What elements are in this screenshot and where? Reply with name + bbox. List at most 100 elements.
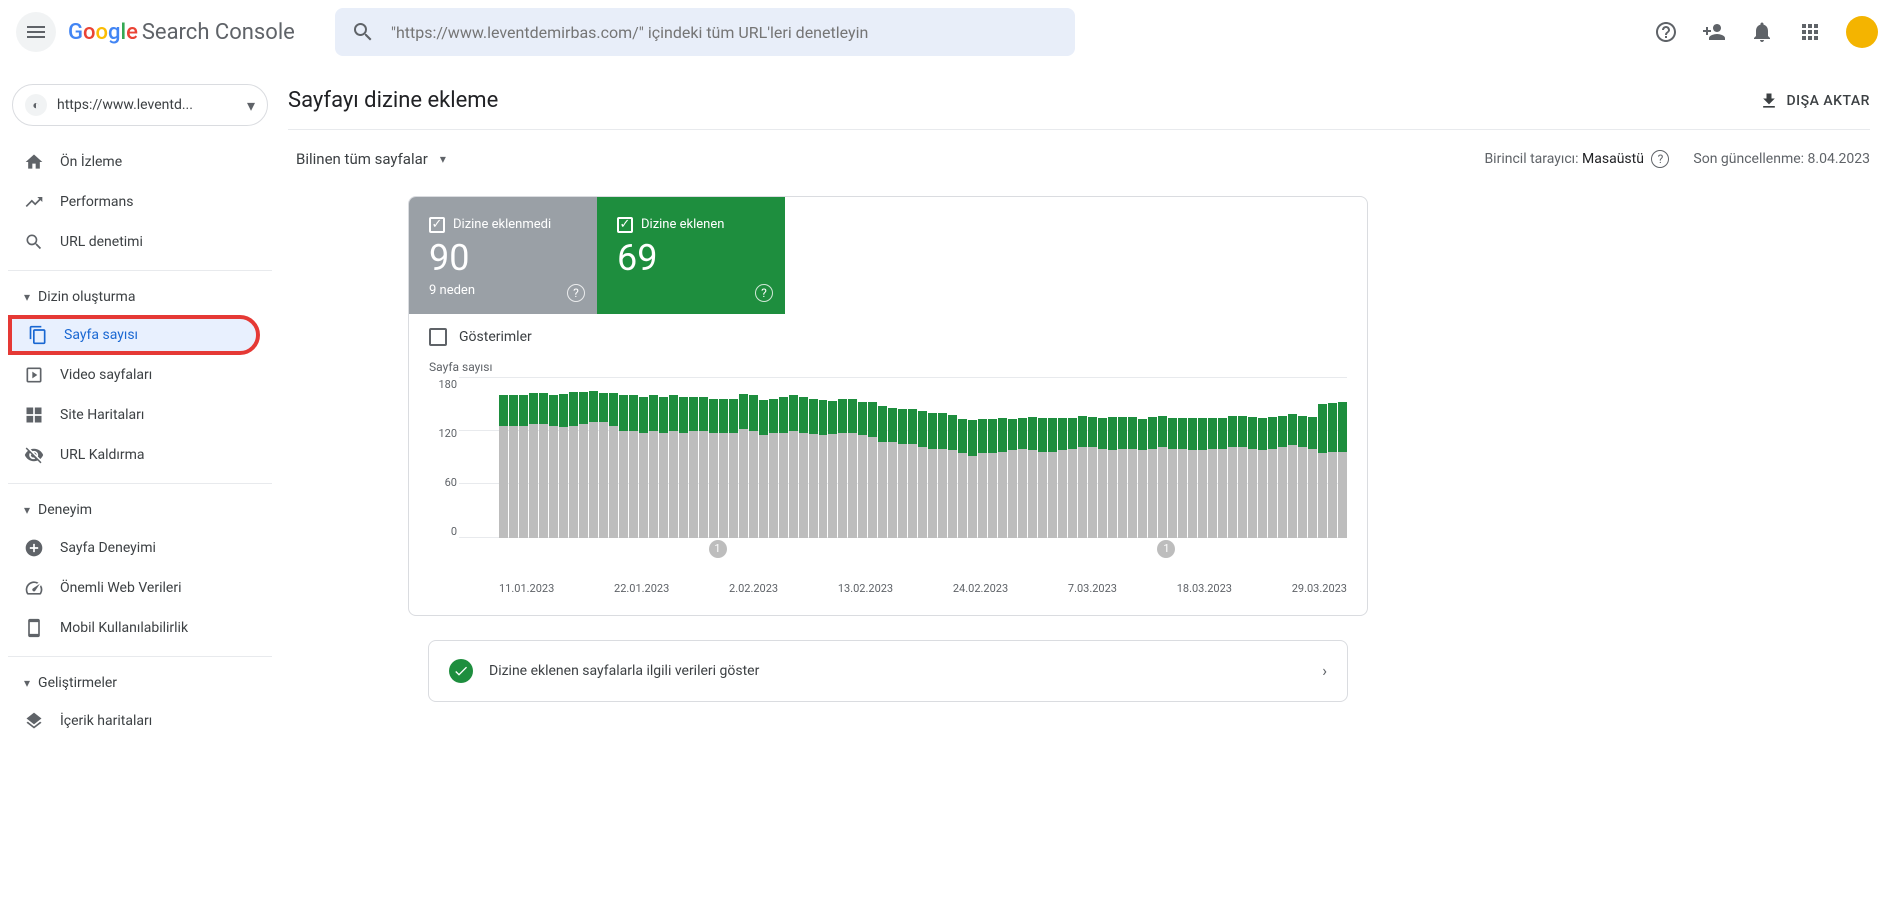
chart-bar[interactable] <box>1248 417 1257 538</box>
chart-bar[interactable] <box>1328 403 1337 537</box>
chart-bar[interactable] <box>828 401 837 538</box>
chart-bar[interactable] <box>1238 416 1247 538</box>
chart-bar[interactable] <box>1128 417 1137 538</box>
chart-bar[interactable] <box>978 419 987 537</box>
chart-bar[interactable] <box>988 419 997 537</box>
chart-bar[interactable] <box>968 420 977 537</box>
chart-bar[interactable] <box>799 397 808 537</box>
chart-bar[interactable] <box>559 394 568 538</box>
chart-bar[interactable] <box>1088 417 1097 538</box>
chart-bar[interactable] <box>769 399 778 538</box>
chart-bar[interactable] <box>699 397 708 537</box>
chart-bar[interactable] <box>789 395 798 537</box>
chart-bar[interactable] <box>1008 419 1017 537</box>
nav-core-web-vitals[interactable]: Önemli Web Verileri <box>8 568 260 608</box>
chart-bar[interactable] <box>589 391 598 538</box>
chart-bar[interactable] <box>809 399 818 538</box>
chart-bar[interactable] <box>779 397 788 537</box>
chart-bar[interactable] <box>1308 417 1317 538</box>
chart-bar[interactable] <box>1118 417 1127 538</box>
chart-bar[interactable] <box>619 395 628 537</box>
impressions-checkbox[interactable] <box>429 328 447 346</box>
chart-bar[interactable] <box>1208 418 1217 538</box>
chart-bar[interactable] <box>539 393 548 538</box>
search-bar[interactable] <box>335 8 1075 56</box>
chart-bar[interactable] <box>928 413 937 537</box>
chart-bar[interactable] <box>1048 418 1057 537</box>
chart-bar[interactable] <box>948 415 957 538</box>
section-indexing[interactable]: ▾ Dizin oluşturma <box>8 279 272 315</box>
chart-bar[interactable] <box>1068 418 1077 538</box>
chart-bar[interactable] <box>998 418 1007 537</box>
chart-bar[interactable] <box>1258 418 1267 537</box>
chart-bar[interactable] <box>1178 418 1187 537</box>
export-button[interactable]: DIŞA AKTAR <box>1759 91 1870 111</box>
notifications-button[interactable] <box>1742 12 1782 52</box>
nav-video-pages[interactable]: Video sayfaları <box>8 355 260 395</box>
chart-bar[interactable] <box>519 395 528 537</box>
chart-bar[interactable] <box>1038 418 1047 537</box>
chart-bar[interactable] <box>838 399 847 538</box>
chart-bar[interactable] <box>739 394 748 538</box>
nav-overview[interactable]: Ön İzleme <box>8 142 260 182</box>
nav-sitemaps[interactable]: Site Haritaları <box>8 395 260 435</box>
chart-bar[interactable] <box>1298 416 1307 538</box>
chart-bar[interactable] <box>549 395 558 537</box>
search-input[interactable] <box>391 23 1059 42</box>
chart-bar[interactable] <box>1288 414 1297 538</box>
users-button[interactable] <box>1694 12 1734 52</box>
section-experience[interactable]: ▾ Deneyim <box>8 492 272 528</box>
chart-bar[interactable] <box>848 399 857 538</box>
chart-bar[interactable] <box>599 393 608 538</box>
chart-bar[interactable] <box>529 393 538 538</box>
chart-bar[interactable] <box>1218 418 1227 538</box>
nav-url-inspection[interactable]: URL denetimi <box>8 222 260 262</box>
stat-indexed[interactable]: ✓Dizine eklenen 69 ? <box>597 197 785 314</box>
chart-bar[interactable] <box>1018 418 1027 538</box>
nav-performance[interactable]: Performans <box>8 182 260 222</box>
chart-annotation[interactable]: 1 <box>1157 540 1175 558</box>
nav-pages[interactable]: Sayfa sayısı <box>8 315 260 355</box>
chart-bar[interactable] <box>1028 417 1037 538</box>
chart-bar[interactable] <box>958 419 967 537</box>
chart-bar[interactable] <box>719 399 728 538</box>
chart-bar[interactable] <box>888 408 897 538</box>
chart-bar[interactable] <box>1108 417 1117 538</box>
chart-bar[interactable] <box>858 402 867 538</box>
chart-bar[interactable] <box>749 395 758 537</box>
info-icon[interactable]: ? <box>755 284 773 302</box>
chart-bar[interactable] <box>1198 418 1207 537</box>
nav-removals[interactable]: URL Kaldırma <box>8 435 260 475</box>
chart-bar[interactable] <box>509 395 518 537</box>
chart-bar[interactable] <box>938 413 947 537</box>
help-icon[interactable]: ? <box>1651 150 1669 168</box>
chart-bar[interactable] <box>1158 416 1167 538</box>
chart-bar[interactable] <box>689 397 698 537</box>
property-selector[interactable]: ◐ https://www.leventd... ▾ <box>12 84 268 126</box>
chart-bar[interactable] <box>918 411 927 537</box>
chart-annotation[interactable]: 1 <box>709 540 727 558</box>
chart-bar[interactable] <box>1188 418 1197 537</box>
chart-bar[interactable] <box>1228 416 1237 538</box>
chart-bar[interactable] <box>579 392 588 538</box>
chart-bar[interactable] <box>1148 417 1157 538</box>
nav-mobile-usability[interactable]: Mobil Kullanılabilirlik <box>8 608 260 648</box>
chart-bar[interactable] <box>639 397 648 537</box>
info-icon[interactable]: ? <box>567 284 585 302</box>
apps-button[interactable] <box>1790 12 1830 52</box>
stat-not-indexed[interactable]: ✓Dizine eklenmedi 90 9 neden ? <box>409 197 597 314</box>
chart-bar[interactable] <box>878 406 887 538</box>
chart-bar[interactable] <box>1318 404 1327 537</box>
chart-bar[interactable] <box>1278 416 1287 538</box>
chart-bar[interactable] <box>898 409 907 538</box>
chart-bar[interactable] <box>1268 417 1277 538</box>
chart-bar[interactable] <box>1168 418 1177 538</box>
chart-bar[interactable] <box>819 400 828 538</box>
chart-bar[interactable] <box>569 392 578 538</box>
chart-bar[interactable] <box>729 399 738 538</box>
chart-bar[interactable] <box>908 409 917 538</box>
chart-bar[interactable] <box>1058 418 1067 537</box>
chart-bar[interactable] <box>1098 418 1107 537</box>
chart-bar[interactable] <box>659 397 668 537</box>
chart-bar[interactable] <box>669 395 678 537</box>
